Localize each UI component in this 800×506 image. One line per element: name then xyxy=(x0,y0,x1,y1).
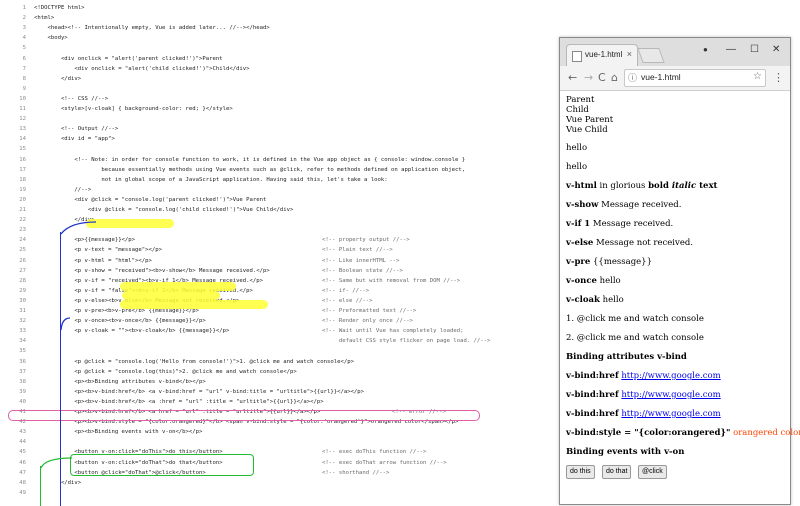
do-that-button[interactable]: do that xyxy=(602,465,632,479)
code-comment: <!-- Boolean state //--> xyxy=(322,267,403,274)
code-comment: <!-- property output //--> xyxy=(322,237,410,244)
google-link-3[interactable]: http://www.google.com xyxy=(621,409,720,419)
code-comment: <!-- shorthand //--> xyxy=(322,469,390,476)
google-link-2[interactable]: http://www.google.com xyxy=(621,390,720,400)
v-pre-output: v-pre {{message}} xyxy=(566,257,652,267)
code-comment: <!-- else //--> xyxy=(322,297,373,304)
child-div[interactable]: Child xyxy=(566,105,589,115)
click-button[interactable]: @click xyxy=(638,465,667,479)
code-comment: <!-- exec doThis function //--> xyxy=(322,449,427,456)
code-comment: <!-- Like innerHTML --> xyxy=(322,257,400,264)
address-text: vue-1.html xyxy=(641,72,681,82)
code-comment: <!-- Plain text //--> xyxy=(322,247,393,254)
annotation-curves xyxy=(40,221,97,469)
v-else-output: v-else Message not received. xyxy=(566,238,694,248)
bind-href-row-3: v-bind:href http://www.google.com xyxy=(566,409,721,419)
code-comment: <!-- Render only once //--> xyxy=(322,318,413,325)
click-console-2[interactable]: 2. @click me and watch console xyxy=(566,333,704,343)
bookmark-star-icon[interactable]: ☆ xyxy=(753,71,762,82)
minimize-button[interactable]: — xyxy=(726,44,736,55)
home-icon[interactable]: ⌂ xyxy=(611,71,618,84)
bind-href-row-1: v-bind:href http://www.google.com xyxy=(566,371,721,381)
vue-child-div[interactable]: Vue Child xyxy=(566,125,608,135)
code-comment: <!-- Preformatted text //--> xyxy=(322,308,417,314)
code-comment: <!-- Wait until Vue has completely loade… xyxy=(322,328,464,335)
do-this-button[interactable]: do this xyxy=(566,465,595,479)
v-if-output: v-if 1 Message received. xyxy=(566,219,674,229)
v-html-output: v-html in glorious bold italic text xyxy=(566,181,718,191)
v-cloak-output: v-cloak hello xyxy=(566,295,624,305)
code-comment: <!-- if- //--> xyxy=(322,287,370,294)
code-comment: <!-- exec doThat arrow function //--> xyxy=(322,459,447,466)
click-console-1[interactable]: 1. @click me and watch console xyxy=(566,314,704,324)
v-once-output: v-once hello xyxy=(566,276,621,286)
code-comment: default CSS style flicker on page load. … xyxy=(322,338,491,345)
menu-icon[interactable]: ⋮ xyxy=(773,71,784,84)
v-show-output: v-show Message received. xyxy=(566,200,682,210)
user-icon[interactable]: ● xyxy=(703,45,708,54)
forward-icon[interactable]: → xyxy=(584,71,593,84)
browser-toolbar: ← → C ⌂ ⓘ vue-1.html ☆ ⋮ xyxy=(560,66,790,91)
bind-style-row: v-bind:style = "{color:orangered}" orang… xyxy=(566,428,800,438)
reload-icon[interactable]: C xyxy=(598,71,606,84)
message-output: hello xyxy=(566,143,588,153)
code-comment: <!-- Same but with removal from DOM //--… xyxy=(322,277,461,284)
document-icon xyxy=(572,51,582,62)
binding-events-heading: Binding events with v-on xyxy=(566,447,685,457)
button-row: do this do that @click xyxy=(566,465,786,479)
vue-parent-div[interactable]: Vue Parent xyxy=(566,115,613,125)
google-link-1[interactable]: http://www.google.com xyxy=(621,371,720,381)
back-icon[interactable]: ← xyxy=(568,71,577,84)
parent-div[interactable]: Parent xyxy=(566,95,594,105)
address-bar[interactable]: ⓘ vue-1.html ☆ xyxy=(624,69,766,87)
info-icon[interactable]: ⓘ xyxy=(628,71,637,84)
title-bar: vue-1.html × ● — ☐ ✕ xyxy=(560,38,790,67)
close-window-button[interactable]: ✕ xyxy=(772,44,780,55)
bind-href-row-2: v-bind:href http://www.google.com xyxy=(566,390,721,400)
browser-window: vue-1.html × ● — ☐ ✕ ← → C ⌂ ⓘ vue-1.htm… xyxy=(559,37,800,505)
close-tab-icon[interactable]: × xyxy=(627,49,632,59)
v-text-output: hello xyxy=(566,162,588,172)
new-tab-button[interactable] xyxy=(637,48,665,63)
tab-vue-1[interactable]: vue-1.html × xyxy=(566,44,638,67)
maximize-button[interactable]: ☐ xyxy=(750,44,759,55)
tab-title: vue-1.html xyxy=(585,50,623,59)
binding-attributes-heading: Binding attributes v-bind xyxy=(566,352,687,362)
